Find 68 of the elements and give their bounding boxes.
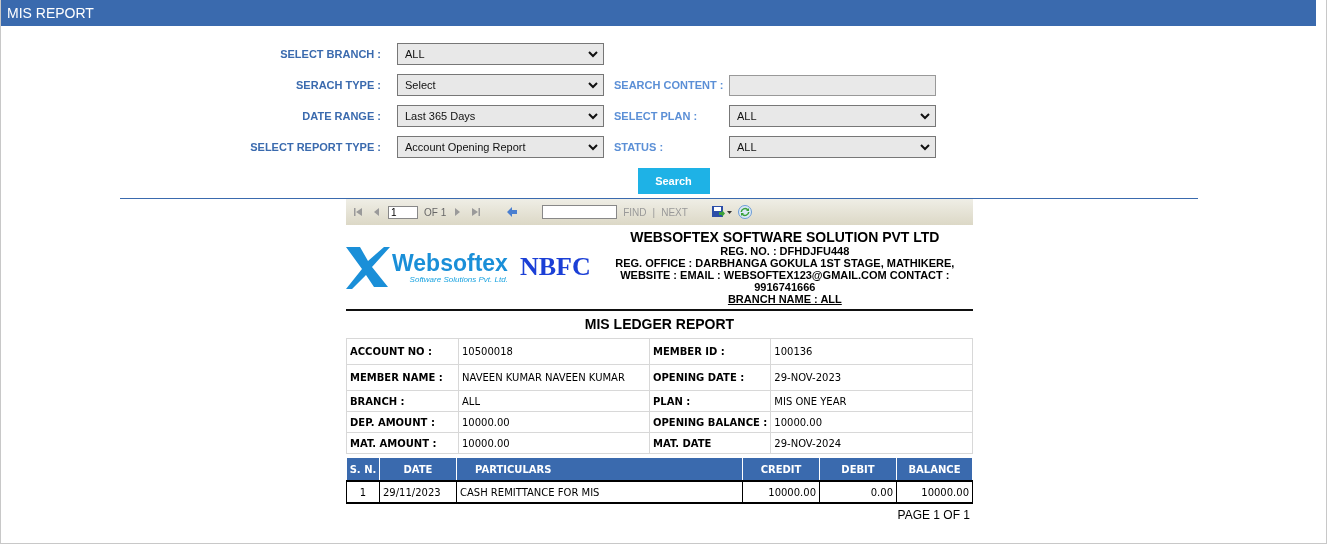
column-header: CREDIT — [742, 457, 820, 481]
find-field[interactable] — [542, 205, 618, 219]
field-label: SELECT PLAN : — [614, 110, 699, 122]
caret-icon — [588, 81, 598, 89]
detail-label: MAT. AMOUNT : — [346, 432, 459, 454]
registration-number: REG. NO. : DFHDJFU448 — [720, 245, 850, 257]
logo-tagline: Software Solutions Pvt. Ltd. — [408, 274, 508, 284]
detail-label: MEMBER ID : — [649, 338, 771, 365]
caret-icon — [920, 112, 930, 120]
branch-name: BRANCH NAME : ALL — [727, 293, 842, 305]
contact-details: WEBSITE : EMAIL : WEBSOFTEX123@GMAIL.COM CONTACT : 9916741666 — [619, 269, 951, 293]
report-title: MIS LEDGER REPORT — [583, 315, 736, 334]
dropdown[interactable]: ALL — [397, 43, 604, 65]
save-icon[interactable] — [711, 205, 732, 219]
column-header: BALANCE — [896, 457, 973, 481]
detail-label: ACCOUNT NO : — [346, 338, 459, 365]
back-arrow-icon[interactable] — [506, 206, 519, 218]
detail-label: DEP. AMOUNT : — [346, 411, 459, 433]
separator: | — [652, 206, 656, 218]
field-label: STATUS : — [614, 141, 665, 153]
nbfc-logo: NBFC — [519, 252, 591, 282]
field-label: SEARCH CONTENT : — [614, 79, 724, 91]
first-page-icon[interactable] — [352, 206, 364, 218]
logo-name: Websoftex — [392, 250, 508, 275]
dropdown[interactable]: Account Opening Report — [397, 136, 604, 158]
detail-value: MIS ONE YEAR — [770, 390, 973, 412]
field-label: SELECT BRANCH : — [279, 48, 381, 60]
caret-icon — [588, 50, 598, 58]
refresh-icon[interactable] — [737, 205, 752, 219]
office-address: REG. OFFICE : DARBHANGA GOKULA 1ST STAGE, MATHIKERE, — [615, 257, 955, 269]
detail-value: 29-NOV-2024 — [770, 432, 973, 454]
detail-label: OPENING BALANCE : — [649, 411, 771, 433]
detail-label: MAT. DATE — [649, 432, 771, 454]
detail-value: 10000.00 — [770, 411, 973, 433]
table-cell: 1 — [346, 481, 380, 503]
header-bar: MIS REPORT — [1, 0, 1316, 26]
detail-value: 100136 — [770, 338, 973, 365]
field-label: DATE RANGE : — [301, 110, 381, 122]
detail-value: ALL — [458, 390, 650, 412]
dropdown[interactable]: ALL — [729, 136, 936, 158]
column-header: S. N. — [346, 457, 380, 481]
page-field[interactable]: 1 — [388, 205, 418, 219]
field-label: SELECT REPORT TYPE : — [249, 141, 381, 153]
detail-value: 10000.00 — [458, 411, 650, 433]
caret-icon — [588, 112, 598, 120]
detail-label: BRANCH : — [346, 390, 459, 412]
last-page-icon[interactable] — [470, 206, 483, 218]
caret-icon — [588, 143, 598, 151]
detail-label: OPENING DATE : — [649, 364, 771, 391]
detail-value: 29-NOV-2023 — [770, 364, 973, 391]
column-header: DATE — [379, 457, 457, 481]
detail-value: NAVEEN KUMAR NAVEEN KUMAR — [458, 364, 650, 391]
detail-label: MEMBER NAME : — [346, 364, 459, 391]
logo-icon — [346, 245, 390, 289]
page-count: OF 1 — [424, 206, 447, 218]
detail-label: PLAN : — [649, 390, 771, 412]
column-header: DEBIT — [819, 457, 897, 481]
input-field[interactable] — [729, 74, 936, 96]
detail-value: 10500018 — [458, 338, 650, 365]
dropdown[interactable]: Last 365 Days — [397, 105, 604, 127]
column-header: PARTICULARS — [456, 457, 743, 481]
detail-value: 10000.00 — [458, 432, 650, 454]
caret-icon — [920, 143, 930, 151]
dropdown[interactable]: ALL — [729, 105, 936, 127]
page-footer: PAGE 1 OF 1 — [897, 508, 970, 522]
company-name: WEBSOFTEX SOFTWARE SOLUTION PVT LTD — [630, 229, 940, 245]
field-label: SERACH TYPE : — [295, 79, 381, 91]
dropdown[interactable]: Select — [397, 74, 604, 96]
